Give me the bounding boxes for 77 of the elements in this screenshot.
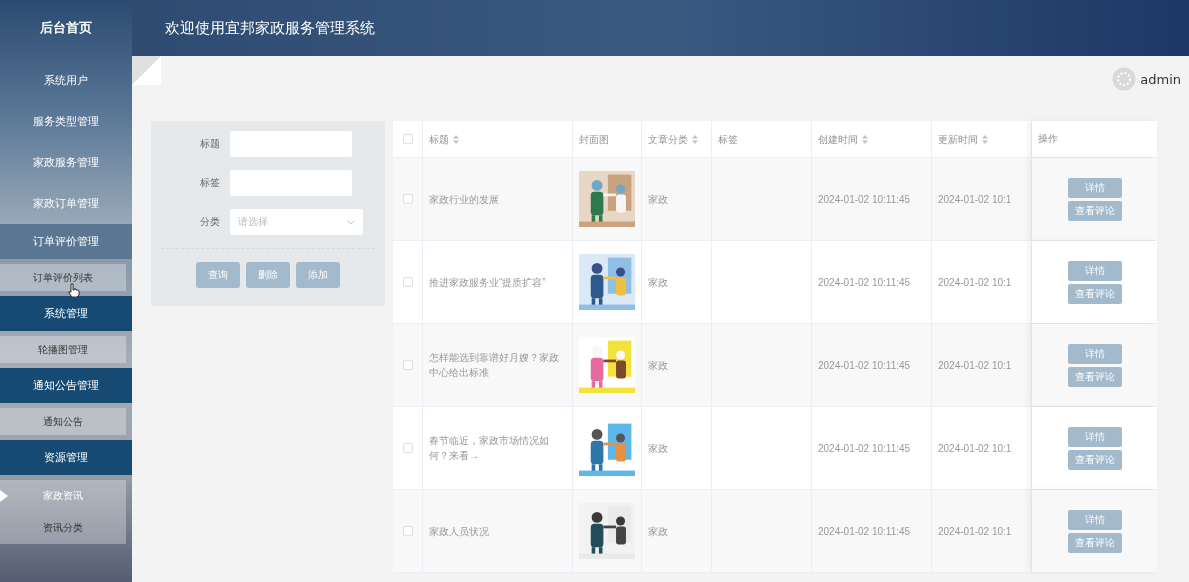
- table-cell-text: 怎样能选到靠谱好月嫂？家政中心给出标准: [429, 351, 560, 380]
- row-action-button[interactable]: 查看评论: [1067, 532, 1122, 553]
- table-cell-text: 家政: [648, 275, 668, 290]
- table-cell-text: 2024-01-02 10:1: [938, 441, 1012, 456]
- row-action-button[interactable]: 查看评论: [1067, 200, 1122, 221]
- checkbox[interactable]: [402, 443, 413, 453]
- field-label: 标题: [199, 137, 221, 151]
- menu-item[interactable]: 通知公告管理: [0, 368, 132, 403]
- table-cell-text: 家政: [648, 192, 668, 207]
- table-cell-text: 2024-01-02 10:11:45: [818, 192, 911, 207]
- pointer-icon: [0, 490, 8, 502]
- sort-icon[interactable]: [453, 134, 459, 144]
- sort-icon[interactable]: [692, 134, 698, 144]
- row-action-button[interactable]: 详情: [1067, 177, 1122, 198]
- home-link[interactable]: 后台首页: [0, 0, 132, 56]
- input-field[interactable]: [230, 131, 352, 157]
- checkbox[interactable]: [402, 134, 413, 144]
- column-header: 操作: [1038, 132, 1058, 146]
- avatar-icon[interactable]: [1112, 67, 1137, 91]
- action-button[interactable]: 删除: [246, 262, 290, 288]
- column-header: 文章分类: [648, 132, 688, 147]
- sort-icon[interactable]: [982, 134, 988, 144]
- sort-icon[interactable]: [862, 134, 868, 144]
- row-action-button[interactable]: 详情: [1067, 343, 1122, 364]
- table-cell-text: 2024-01-02 10:11:45: [818, 441, 911, 456]
- hand-cursor-icon: [68, 283, 80, 297]
- menu-item[interactable]: 服务类型管理: [0, 101, 132, 142]
- column-header: 创建时间: [818, 132, 858, 147]
- checkbox[interactable]: [402, 360, 413, 370]
- table-cell-text: 2024-01-02 10:1: [938, 358, 1012, 373]
- table-cell-text: 家政行业的发展: [429, 192, 499, 207]
- table-cell-text: 推进家政服务业“提质扩容”: [429, 275, 546, 290]
- field-label: 分类: [199, 215, 221, 229]
- menu-item[interactable]: 家政订单管理: [0, 183, 132, 224]
- table-cell-text: 家政: [648, 358, 668, 373]
- input-field[interactable]: [230, 170, 352, 196]
- category-select[interactable]: 请选择: [230, 209, 363, 235]
- table-cell-text: 春节临近，家政市场情况如何？来看→: [429, 434, 550, 463]
- column-header: 标签: [718, 132, 738, 147]
- submenu-item[interactable]: 订单评价列表: [0, 264, 126, 291]
- row-action-button[interactable]: 详情: [1067, 509, 1122, 530]
- corner-fold-icon: [132, 56, 161, 85]
- submenu-item[interactable]: 家政资讯: [0, 480, 126, 512]
- table-cell-text: 2024-01-02 10:11:45: [818, 524, 911, 539]
- submenu-item[interactable]: 轮播图管理: [0, 336, 126, 363]
- submenu-item[interactable]: 通知公告: [0, 408, 126, 435]
- menu-item[interactable]: 家政服务管理: [0, 142, 132, 183]
- column-header: 更新时间: [938, 132, 978, 147]
- table-cell-text: 家政: [648, 441, 668, 456]
- field-label: 标签: [199, 176, 221, 190]
- action-button[interactable]: 添加: [296, 262, 340, 288]
- row-action-button[interactable]: 详情: [1067, 260, 1122, 281]
- action-button[interactable]: 查询: [196, 262, 240, 288]
- table-cell-text: 2024-01-02 10:11:45: [818, 358, 911, 373]
- row-action-button[interactable]: 详情: [1067, 426, 1122, 447]
- row-action-button[interactable]: 查看评论: [1067, 449, 1122, 470]
- header-title: 欢迎使用宜邦家政服务管理系统: [132, 0, 1189, 56]
- menu-item[interactable]: 系统管理: [0, 296, 132, 331]
- row-action-button[interactable]: 查看评论: [1067, 283, 1122, 304]
- table-cell-text: 2024-01-02 10:1: [938, 524, 1012, 539]
- checkbox[interactable]: [402, 194, 413, 204]
- table-cell-text: 2024-01-02 10:1: [938, 192, 1012, 207]
- menu-item[interactable]: 订单评价管理: [0, 224, 132, 259]
- table-cell-text: 2024-01-02 10:1: [938, 275, 1012, 290]
- checkbox[interactable]: [402, 526, 413, 536]
- checkbox[interactable]: [402, 277, 413, 287]
- chevron-down-icon: [347, 219, 355, 225]
- table-cell-text: 家政人员状况: [429, 524, 489, 539]
- table-cell-text: 家政: [648, 524, 668, 539]
- username[interactable]: admin: [1140, 71, 1181, 87]
- menu-item[interactable]: 系统用户: [0, 60, 132, 101]
- column-header: 封面图: [579, 132, 609, 147]
- table-cell-text: 2024-01-02 10:11:45: [818, 275, 911, 290]
- menu-item[interactable]: 资源管理: [0, 440, 132, 475]
- row-action-button[interactable]: 查看评论: [1067, 366, 1122, 387]
- column-header: 标题: [429, 132, 449, 147]
- submenu-item[interactable]: 资讯分类: [0, 512, 126, 544]
